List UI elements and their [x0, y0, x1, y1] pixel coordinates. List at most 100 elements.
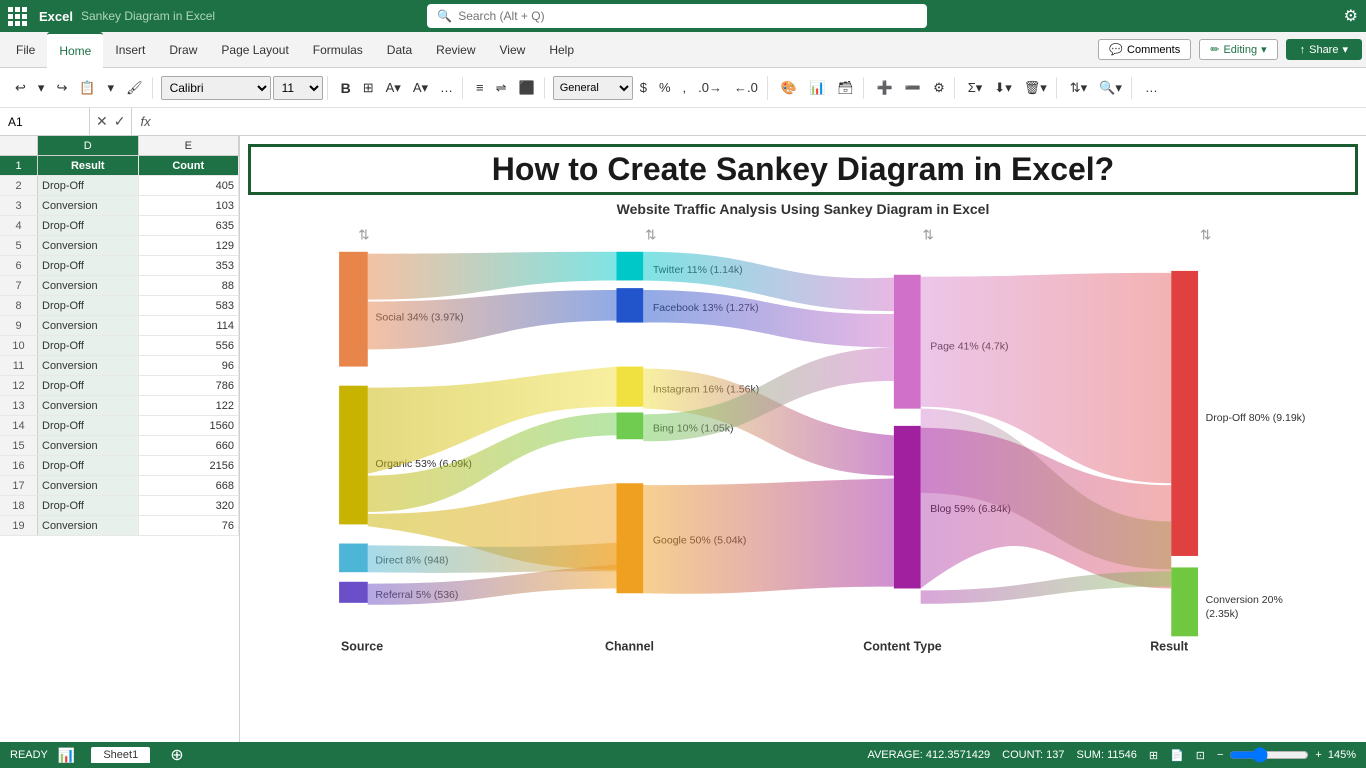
- app-grid-icon[interactable]: [8, 7, 27, 26]
- wrap-button[interactable]: ⇌: [491, 77, 512, 99]
- sort-button[interactable]: ⇅▾: [1065, 77, 1092, 99]
- undo-dropdown-button[interactable]: ▾: [33, 77, 50, 99]
- cell-result[interactable]: Drop-Off: [38, 456, 139, 475]
- percent-button[interactable]: %: [654, 77, 676, 98]
- zoom-in-button[interactable]: +: [1315, 749, 1321, 761]
- increase-decimal-button[interactable]: .0→: [693, 77, 727, 98]
- tab-review[interactable]: Review: [424, 32, 487, 68]
- more-options-button[interactable]: …: [435, 77, 458, 98]
- sheet-tab[interactable]: Sheet1: [91, 747, 150, 763]
- row-num[interactable]: 14: [0, 416, 38, 435]
- format-cells-button[interactable]: ⚙: [928, 77, 950, 99]
- insert-cells-button[interactable]: ➕: [872, 77, 898, 99]
- paste-button[interactable]: 📋: [74, 77, 100, 99]
- col-header-d[interactable]: D: [38, 136, 139, 155]
- cancel-formula-icon[interactable]: ✕: [96, 113, 108, 130]
- cell-count[interactable]: 76: [139, 516, 240, 535]
- cell-result[interactable]: Conversion: [38, 316, 139, 335]
- cell-count[interactable]: 122: [139, 396, 240, 415]
- page-layout-icon[interactable]: 📄: [1170, 749, 1184, 762]
- autosum-button[interactable]: Σ▾: [963, 77, 988, 99]
- cell-count[interactable]: 660: [139, 436, 240, 455]
- row-num[interactable]: 12: [0, 376, 38, 395]
- row-num[interactable]: 15: [0, 436, 38, 455]
- grid-view-icon[interactable]: ⊞: [1149, 749, 1158, 762]
- paste-dropdown-button[interactable]: ▾: [103, 77, 120, 99]
- cell-count[interactable]: 103: [139, 196, 240, 215]
- more-button[interactable]: …: [1140, 77, 1163, 98]
- cell-count[interactable]: 1560: [139, 416, 240, 435]
- cell-count[interactable]: 2156: [139, 456, 240, 475]
- decrease-decimal-button[interactable]: ←.0: [729, 77, 763, 98]
- cell-count[interactable]: 88: [139, 276, 240, 295]
- tab-view[interactable]: View: [488, 32, 538, 68]
- tab-insert[interactable]: Insert: [103, 32, 157, 68]
- row-num[interactable]: 19: [0, 516, 38, 535]
- cell-count[interactable]: 635: [139, 216, 240, 235]
- row-num[interactable]: 6: [0, 256, 38, 275]
- number-format-select[interactable]: General: [553, 76, 633, 100]
- cell-e1[interactable]: Count: [139, 156, 240, 175]
- cell-result[interactable]: Drop-Off: [38, 376, 139, 395]
- cell-result[interactable]: Conversion: [38, 196, 139, 215]
- row-num[interactable]: 17: [0, 476, 38, 495]
- row-num[interactable]: 7: [0, 276, 38, 295]
- search-input[interactable]: [458, 9, 917, 23]
- row-num[interactable]: 11: [0, 356, 38, 375]
- undo-button[interactable]: ↩: [10, 77, 31, 99]
- font-name-select[interactable]: Calibri: [161, 76, 271, 100]
- cell-count[interactable]: 114: [139, 316, 240, 335]
- row-num[interactable]: 2: [0, 176, 38, 195]
- cell-result[interactable]: Drop-Off: [38, 296, 139, 315]
- cell-result[interactable]: Conversion: [38, 276, 139, 295]
- cell-result[interactable]: Conversion: [38, 476, 139, 495]
- cell-result[interactable]: Conversion: [38, 516, 139, 535]
- tab-page-layout[interactable]: Page Layout: [209, 32, 300, 68]
- cell-count[interactable]: 405: [139, 176, 240, 195]
- tab-draw[interactable]: Draw: [157, 32, 209, 68]
- cell-count[interactable]: 556: [139, 336, 240, 355]
- conditional-format-button[interactable]: 🎨: [776, 77, 802, 99]
- comma-button[interactable]: ,: [678, 77, 692, 98]
- settings-icon[interactable]: ⚙: [1344, 6, 1358, 26]
- row-num[interactable]: 16: [0, 456, 38, 475]
- cell-count[interactable]: 96: [139, 356, 240, 375]
- add-sheet-button[interactable]: ⊕: [170, 745, 183, 765]
- row-num[interactable]: 5: [0, 236, 38, 255]
- cell-count[interactable]: 320: [139, 496, 240, 515]
- cell-result[interactable]: Conversion: [38, 236, 139, 255]
- find-button[interactable]: 🔍▾: [1094, 77, 1127, 99]
- format-painter-button[interactable]: 🖌: [121, 77, 148, 99]
- row-num[interactable]: 4: [0, 216, 38, 235]
- cell-result[interactable]: Conversion: [38, 396, 139, 415]
- cell-result[interactable]: Conversion: [38, 356, 139, 375]
- comments-button[interactable]: 💬 Comments: [1098, 39, 1191, 60]
- editing-button[interactable]: ✏ Editing ▾: [1199, 39, 1277, 60]
- cell-result[interactable]: Drop-Off: [38, 336, 139, 355]
- share-button[interactable]: ↑ Share ▾: [1286, 39, 1362, 60]
- cell-result[interactable]: Drop-Off: [38, 416, 139, 435]
- row-num[interactable]: 13: [0, 396, 38, 415]
- row-num[interactable]: 8: [0, 296, 38, 315]
- cell-count[interactable]: 668: [139, 476, 240, 495]
- cell-count[interactable]: 353: [139, 256, 240, 275]
- cell-result[interactable]: Drop-Off: [38, 176, 139, 195]
- borders-button[interactable]: ⊞: [358, 77, 379, 99]
- cell-count[interactable]: 129: [139, 236, 240, 255]
- cell-count[interactable]: 583: [139, 296, 240, 315]
- clear-button[interactable]: 🗑▾: [1019, 77, 1052, 99]
- cell-result[interactable]: Drop-Off: [38, 216, 139, 235]
- merge-button[interactable]: ⬛: [514, 77, 540, 99]
- cell-reference[interactable]: A1: [0, 108, 90, 136]
- tab-formulas[interactable]: Formulas: [301, 32, 375, 68]
- align-button[interactable]: ≡: [471, 77, 489, 98]
- row-num-1[interactable]: 1: [0, 156, 38, 175]
- zoom-slider[interactable]: [1229, 747, 1309, 763]
- col-header-e[interactable]: E: [139, 136, 240, 155]
- search-bar[interactable]: 🔍: [427, 4, 927, 28]
- page-break-icon[interactable]: ⊡: [1196, 749, 1205, 762]
- cell-d1[interactable]: Result: [38, 156, 139, 175]
- tab-home[interactable]: Home: [47, 32, 103, 68]
- row-num[interactable]: 18: [0, 496, 38, 515]
- cell-result[interactable]: Drop-Off: [38, 256, 139, 275]
